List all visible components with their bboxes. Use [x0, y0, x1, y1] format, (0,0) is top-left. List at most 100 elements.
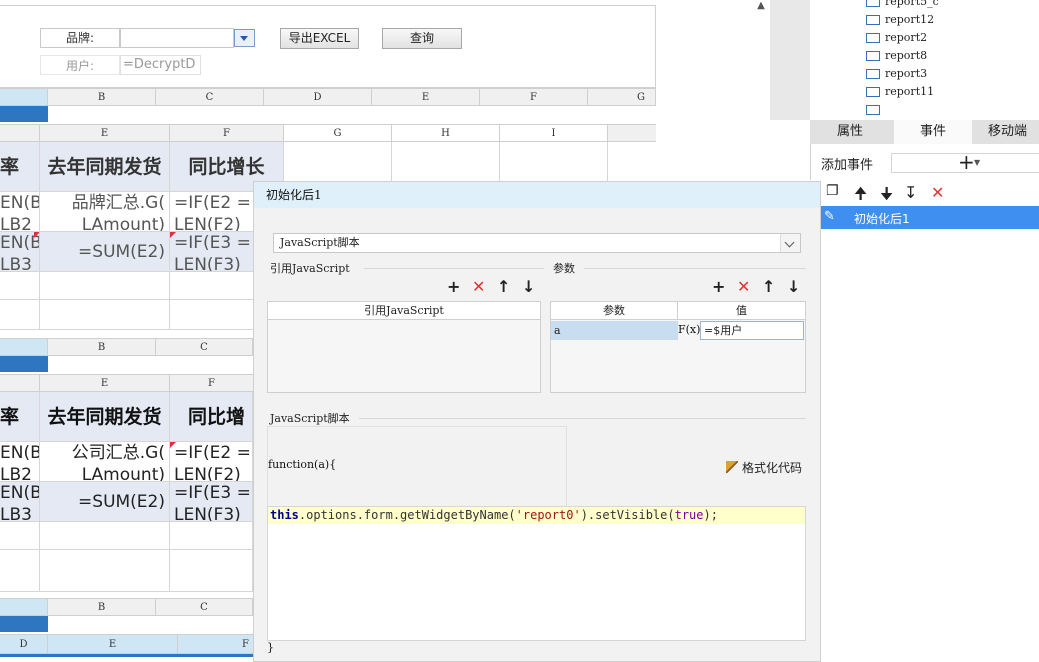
- delete-icon[interactable]: ✕: [931, 183, 944, 202]
- grid2-cell-e2[interactable]: 公司汇总.G(LAmount): [40, 442, 170, 482]
- script-type-select[interactable]: JavaScript脚本: [273, 233, 801, 253]
- grid3-col-a: [0, 599, 48, 615]
- grid1-cell-e4[interactable]: [40, 272, 170, 300]
- move-up-ref-js-icon[interactable]: ↑: [497, 279, 510, 295]
- grid2-top-header: B C: [0, 338, 253, 356]
- grid2-cell-a4[interactable]: [0, 522, 40, 550]
- grid2-col-c[interactable]: C: [156, 339, 253, 355]
- grid1-cell-a4[interactable]: [0, 272, 40, 300]
- delete-ref-js-icon[interactable]: ✕: [472, 279, 485, 295]
- script-label: JavaScript脚本: [270, 412, 350, 425]
- grid1-cell-e5[interactable]: [40, 300, 170, 330]
- triangle-down-icon: [240, 36, 248, 41]
- grid3-top-header: B C: [0, 598, 253, 616]
- code-text: );: [703, 508, 718, 522]
- column-header-top: B C D E F G: [0, 88, 656, 106]
- query-button[interactable]: 查询: [382, 28, 462, 49]
- grid1-header-rate[interactable]: 率: [0, 142, 40, 192]
- grid1-cell-e2[interactable]: 品牌汇总.G(LAmount): [40, 192, 170, 232]
- param-name-cell[interactable]: a: [551, 321, 678, 340]
- grid2-cell-a2[interactable]: EN(B LB2: [0, 442, 40, 482]
- widget-icon: [866, 87, 880, 97]
- grid3-selection-bar: [0, 616, 48, 632]
- column-header-b[interactable]: B: [48, 89, 156, 105]
- grid2-a2-line2: LB2: [0, 465, 32, 482]
- code-editor[interactable]: this.options.form.getWidgetByName('repor…: [267, 506, 806, 641]
- event-item-label: 初始化后1: [854, 212, 910, 226]
- code-line[interactable]: this.options.form.getWidgetByName('repor…: [268, 507, 805, 524]
- grid1-a2-line2: LB2: [0, 215, 32, 232]
- grid2-col-a: [0, 339, 48, 355]
- grid1-col-g[interactable]: G: [284, 125, 392, 141]
- grid2-f2-line1: =IF(E2 =: [174, 443, 251, 463]
- format-code-button[interactable]: 格式化代码: [726, 459, 802, 476]
- grid3-col-b[interactable]: B: [48, 599, 156, 615]
- formula-fx-button[interactable]: F(x): [678, 321, 700, 340]
- grid2-header-f[interactable]: F: [170, 375, 253, 391]
- event-list-item[interactable]: ✎ 初始化后1: [820, 206, 1039, 229]
- grid1-col-e[interactable]: E: [40, 125, 170, 141]
- add-param-icon[interactable]: +: [712, 279, 725, 295]
- grid3-column-header: D E F: [0, 634, 253, 654]
- grid1-cell-a3[interactable]: EN(B LB3: [0, 232, 40, 272]
- grid2-header-growth[interactable]: 同比增: [170, 392, 253, 442]
- tab-properties[interactable]: 属性: [810, 120, 890, 144]
- tab-mobile[interactable]: 移动端: [976, 120, 1039, 144]
- column-header-c[interactable]: C: [156, 89, 264, 105]
- widget-icon: [866, 15, 880, 25]
- add-event-dropdown[interactable]: + ▼: [891, 150, 1039, 174]
- copy-icon[interactable]: ❐: [826, 183, 839, 199]
- grid2-cell-a5[interactable]: [0, 550, 40, 592]
- grid2-header-last-year[interactable]: 去年同期发货: [40, 392, 170, 442]
- canvas-scrollbar-track: [770, 0, 810, 120]
- grid1-cell-e3[interactable]: =SUM(E2): [40, 232, 170, 272]
- grid1-col-i[interactable]: I: [500, 125, 608, 141]
- grid2-header-e[interactable]: E: [40, 375, 170, 391]
- widget-icon: [866, 0, 880, 7]
- brand-label-box: 品牌:: [40, 28, 120, 48]
- function-signature: function(a){: [268, 458, 337, 471]
- grid3-col-c[interactable]: C: [156, 599, 253, 615]
- grid2-cell-a3[interactable]: EN(B LB3: [0, 482, 40, 522]
- user-input[interactable]: =DecryptD: [120, 55, 201, 75]
- grid1-cell-a5[interactable]: [0, 300, 40, 330]
- grid2-cell-f2[interactable]: =IF(E2 = LEN(F2): [170, 442, 253, 482]
- grid3-header-f[interactable]: F: [178, 635, 253, 653]
- column-header-e[interactable]: E: [372, 89, 480, 105]
- column-header-d[interactable]: D: [264, 89, 372, 105]
- grid2-header-rate[interactable]: 率: [0, 392, 40, 442]
- grid2-cell-e5[interactable]: [40, 550, 170, 592]
- params-column-value: 值: [678, 302, 805, 320]
- grid1-header-last-year[interactable]: 去年同期发货: [40, 142, 170, 192]
- grid1-col-f[interactable]: F: [170, 125, 284, 141]
- move-up-param-icon[interactable]: ↑: [762, 279, 775, 295]
- move-bottom-icon[interactable]: ↧: [904, 183, 917, 202]
- grid2-cell-e3[interactable]: =SUM(E2): [40, 482, 170, 522]
- grid2-cell-e4[interactable]: [40, 522, 170, 550]
- grid2-cell-f3[interactable]: =IF(E3 = LEN(F3): [170, 482, 253, 522]
- grid2-cell-f5[interactable]: [170, 550, 253, 592]
- grid1-cell-a2[interactable]: EN(B LB2: [0, 192, 40, 232]
- comment-marker: [170, 232, 176, 238]
- scroll-up-icon[interactable]: ▲: [752, 0, 770, 14]
- tree-item-label: report3: [885, 67, 928, 80]
- grid1-e2-line1: 品牌汇总.G(: [71, 193, 165, 213]
- brand-dropdown-button[interactable]: [234, 29, 255, 47]
- grid2-col-b[interactable]: B: [48, 339, 156, 355]
- grid3-header-d[interactable]: D: [0, 635, 48, 653]
- add-ref-js-icon[interactable]: +: [447, 279, 460, 295]
- tab-events[interactable]: 事件: [894, 120, 972, 144]
- param-value-input[interactable]: =$用户: [700, 321, 804, 340]
- delete-param-icon[interactable]: ✕: [737, 279, 750, 295]
- move-down-param-icon[interactable]: ↓: [787, 279, 800, 295]
- column-header-g[interactable]: G: [588, 89, 656, 105]
- move-down-ref-js-icon[interactable]: ↓: [522, 279, 535, 295]
- column-header-f[interactable]: F: [480, 89, 588, 105]
- brand-select[interactable]: [120, 28, 234, 48]
- grid1-column-header: E F G H I: [0, 124, 656, 142]
- grid3-header-e[interactable]: E: [48, 635, 178, 653]
- grid2-cell-f4[interactable]: [170, 522, 253, 550]
- export-excel-button[interactable]: 导出EXCEL: [280, 28, 359, 49]
- property-tabs: 属性 事件 移动端: [810, 120, 1039, 144]
- grid1-col-h[interactable]: H: [392, 125, 500, 141]
